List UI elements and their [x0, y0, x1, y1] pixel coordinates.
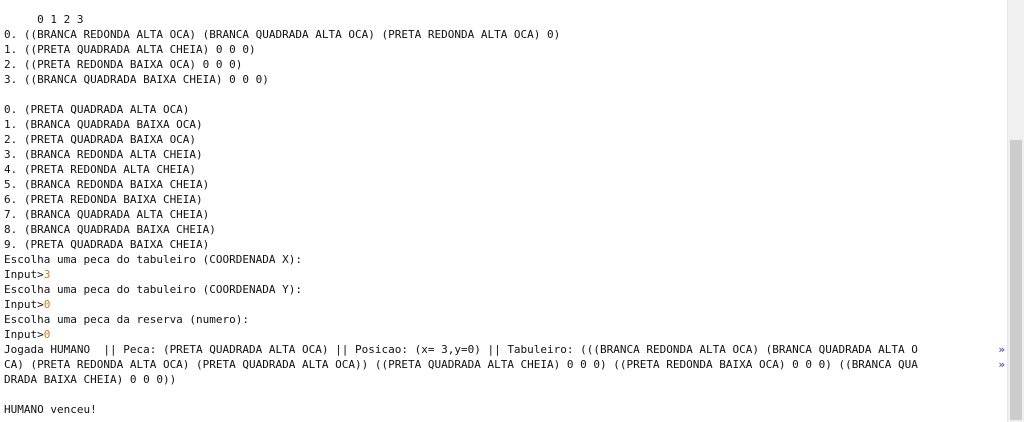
- input-prompt: Input>: [4, 328, 44, 341]
- move-summary-line-1: Jogada HUMANO || Peca: (PRETA QUADRADA A…: [4, 343, 918, 356]
- scrollbar-thumb[interactable]: [1010, 140, 1022, 420]
- input-line-y: Input>0: [4, 297, 50, 312]
- move-summary-line-3: DRADA BAIXA CHEIA) 0 0 0)): [4, 373, 177, 386]
- board-column-header: 0 1 2 3: [4, 13, 84, 26]
- vertical-scrollbar[interactable]: [1007, 0, 1024, 422]
- reserve-item-0: 0. (PRETA QUADRADA ALTA OCA): [4, 103, 190, 116]
- game-result: HUMANO venceu!: [4, 403, 97, 416]
- input-line-reserve: Input>0: [4, 327, 50, 342]
- board-row-0: 0. ((BRANCA REDONDA ALTA OCA) (BRANCA QU…: [4, 28, 561, 41]
- user-input-x: 3: [43, 268, 51, 281]
- prompt-coord-x: Escolha uma peca do tabuleiro (COORDENAD…: [4, 253, 303, 266]
- user-input-y: 0: [43, 298, 51, 311]
- line-continuation-icon: »: [998, 343, 1005, 356]
- user-input-reserve: 0: [43, 328, 51, 341]
- reserve-item-6: 6. (PRETA REDONDA BAIXA CHEIA): [4, 193, 203, 206]
- reserve-item-2: 2. (PRETA QUADRADA BAIXA OCA): [4, 133, 197, 146]
- input-line-x: Input>3: [4, 267, 50, 282]
- prompt-coord-y: Escolha uma peca do tabuleiro (COORDENAD…: [4, 283, 303, 296]
- reserve-item-9: 9. (PRETA QUADRADA BAIXA CHEIA): [4, 238, 210, 251]
- prompt-reserve: Escolha uma peca da reserva (numero):: [4, 313, 250, 326]
- input-prompt: Input>: [4, 298, 44, 311]
- reserve-item-3: 3. (BRANCA REDONDA ALTA CHEIA): [4, 148, 203, 161]
- input-prompt: Input>: [4, 268, 44, 281]
- reserve-item-1: 1. (BRANCA QUADRADA BAIXA OCA): [4, 118, 203, 131]
- board-row-3: 3. ((BRANCA QUADRADA BAIXA CHEIA) 0 0 0): [4, 73, 269, 86]
- board-row-2: 2. ((PRETA REDONDA BAIXA OCA) 0 0 0): [4, 58, 243, 71]
- console-output[interactable]: 0 1 2 3 0. ((BRANCA REDONDA ALTA OCA) (B…: [0, 0, 1007, 422]
- reserve-item-7: 7. (BRANCA QUADRADA ALTA CHEIA): [4, 208, 210, 221]
- board-row-1: 1. ((PRETA QUADRADA ALTA CHEIA) 0 0 0): [4, 43, 256, 56]
- reserve-item-5: 5. (BRANCA REDONDA BAIXA CHEIA): [4, 178, 210, 191]
- move-summary-line-2: CA) (PRETA REDONDA ALTA OCA) (PRETA QUAD…: [4, 358, 918, 371]
- reserve-item-8: 8. (BRANCA QUADRADA BAIXA CHEIA): [4, 223, 216, 236]
- reserve-item-4: 4. (PRETA REDONDA ALTA CHEIA): [4, 163, 197, 176]
- line-continuation-icon: »: [998, 358, 1005, 371]
